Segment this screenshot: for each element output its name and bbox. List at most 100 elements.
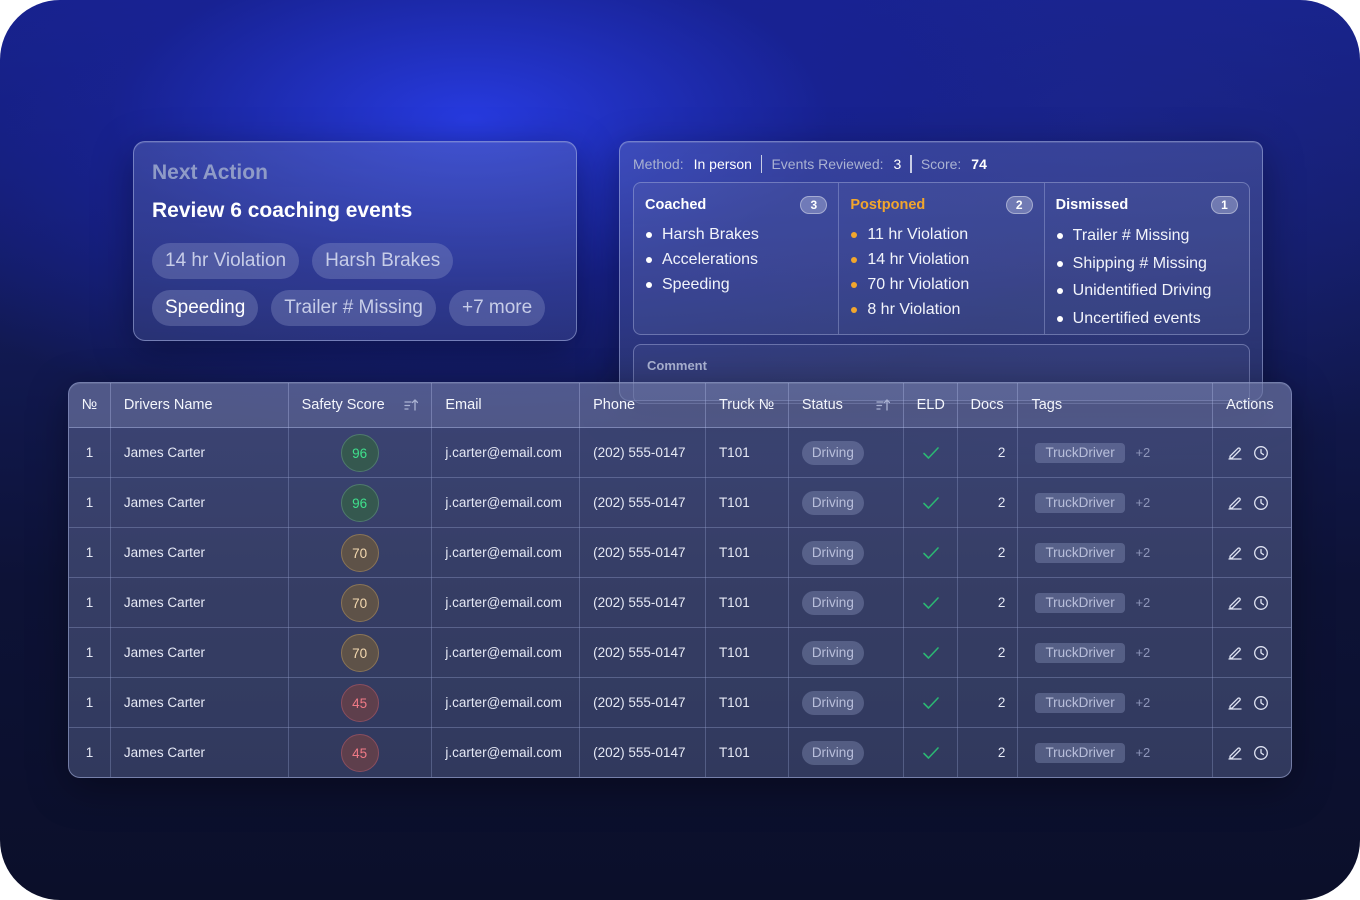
col-header-truck[interactable]: Truck № bbox=[706, 383, 789, 428]
col-header-phone[interactable]: Phone bbox=[580, 383, 706, 428]
divider bbox=[760, 155, 763, 173]
col-header-eld[interactable]: ELD bbox=[904, 383, 958, 428]
col-header-status[interactable]: Status bbox=[789, 383, 904, 428]
edit-icon[interactable] bbox=[1227, 695, 1243, 711]
clock-icon[interactable] bbox=[1253, 545, 1269, 561]
docs-count[interactable]: 2 bbox=[958, 428, 1019, 478]
safety-score-badge: 45 bbox=[340, 684, 379, 722]
phone-cell: (202) 555-0147 bbox=[580, 728, 706, 777]
docs-count[interactable]: 2 bbox=[958, 528, 1019, 578]
email-cell[interactable]: j.carter@email.com bbox=[432, 528, 581, 578]
safety-score-badge: 70 bbox=[340, 634, 379, 672]
col-header-docs[interactable]: Docs bbox=[958, 383, 1019, 428]
table-row[interactable]: 1 James Carter 70 j.carter@email.com (20… bbox=[69, 528, 1291, 578]
sort-icon[interactable] bbox=[404, 398, 419, 412]
email-cell[interactable]: j.carter@email.com bbox=[432, 428, 581, 478]
col-header-email[interactable]: Email bbox=[432, 383, 581, 428]
review-summary-card: Method: In person Events Reviewed: 3 Sco… bbox=[619, 141, 1263, 404]
list-item: Shipping # Missing bbox=[1056, 250, 1238, 278]
email-cell[interactable]: j.carter@email.com bbox=[432, 578, 581, 628]
table-row[interactable]: 1 James Carter 70 j.carter@email.com (20… bbox=[69, 578, 1291, 628]
status-cell: Driving bbox=[789, 528, 904, 578]
table-row[interactable]: 1 James Carter 45 j.carter@email.com (20… bbox=[69, 678, 1291, 728]
edit-icon[interactable] bbox=[1227, 445, 1243, 461]
driver-name[interactable]: James Carter bbox=[111, 578, 289, 628]
tags-cell: TruckDriver +2 bbox=[1018, 678, 1214, 728]
status-badge: Driving bbox=[801, 741, 864, 766]
tag-more-count[interactable]: +2 bbox=[1135, 545, 1150, 560]
email-cell[interactable]: j.carter@email.com bbox=[432, 628, 581, 678]
docs-count[interactable]: 2 bbox=[958, 678, 1019, 728]
table-row[interactable]: 1 James Carter 45 j.carter@email.com (20… bbox=[69, 728, 1291, 777]
dismissed-column: Dismissed 1 Trailer # Missing Shipping #… bbox=[1045, 183, 1249, 334]
tag-badge[interactable]: TruckDriver bbox=[1035, 593, 1125, 614]
method-value: In person bbox=[693, 156, 752, 172]
email-cell[interactable]: j.carter@email.com bbox=[432, 478, 581, 528]
tag-more-count[interactable]: +2 bbox=[1135, 445, 1150, 460]
clock-icon[interactable] bbox=[1253, 595, 1269, 611]
tag-badge[interactable]: TruckDriver bbox=[1035, 443, 1125, 464]
edit-icon[interactable] bbox=[1227, 545, 1243, 561]
actions-cell bbox=[1213, 578, 1291, 628]
tag-badge[interactable]: TruckDriver bbox=[1035, 743, 1125, 764]
tags-cell: TruckDriver +2 bbox=[1018, 628, 1214, 678]
driver-name[interactable]: James Carter bbox=[111, 628, 289, 678]
table-row[interactable]: 1 James Carter 96 j.carter@email.com (20… bbox=[69, 428, 1291, 478]
chip-14hr-violation[interactable]: 14 hr Violation bbox=[152, 243, 300, 279]
tag-more-count[interactable]: +2 bbox=[1135, 745, 1150, 760]
col-header-tags[interactable]: Tags bbox=[1018, 383, 1214, 428]
docs-count[interactable]: 2 bbox=[958, 478, 1019, 528]
clock-icon[interactable] bbox=[1253, 495, 1269, 511]
tag-more-count[interactable]: +2 bbox=[1135, 495, 1150, 510]
docs-count[interactable]: 2 bbox=[958, 628, 1019, 678]
tag-badge[interactable]: TruckDriver bbox=[1035, 693, 1125, 714]
truck-cell: T101 bbox=[706, 528, 789, 578]
clock-icon[interactable] bbox=[1253, 445, 1269, 461]
docs-count[interactable]: 2 bbox=[958, 578, 1019, 628]
clock-icon[interactable] bbox=[1253, 645, 1269, 661]
sort-icon[interactable] bbox=[875, 398, 890, 412]
col-header-number[interactable]: № bbox=[69, 383, 111, 428]
tags-cell: TruckDriver +2 bbox=[1018, 428, 1214, 478]
docs-count[interactable]: 2 bbox=[958, 728, 1019, 777]
chip-speeding[interactable]: Speeding bbox=[152, 290, 259, 326]
check-icon bbox=[922, 747, 939, 759]
actions-cell bbox=[1213, 428, 1291, 478]
status-badge: Driving bbox=[801, 491, 864, 516]
postponed-column: Postponed 2 11 hr Violation 14 hr Violat… bbox=[839, 183, 1045, 334]
tag-badge[interactable]: TruckDriver bbox=[1035, 493, 1125, 514]
clock-icon[interactable] bbox=[1253, 745, 1269, 761]
tag-badge[interactable]: TruckDriver bbox=[1035, 543, 1125, 564]
edit-icon[interactable] bbox=[1227, 645, 1243, 661]
event-chips: 14 hr Violation Harsh Brakes Speeding Tr… bbox=[152, 243, 562, 326]
email-cell[interactable]: j.carter@email.com bbox=[432, 728, 581, 777]
chip-trailer-missing[interactable]: Trailer # Missing bbox=[271, 290, 436, 326]
edit-icon[interactable] bbox=[1227, 745, 1243, 761]
comment-label: Comment bbox=[647, 358, 707, 373]
col-header-drivers-name[interactable]: Drivers Name bbox=[111, 383, 289, 428]
drivers-table: № Drivers Name Safety Score Email Phone … bbox=[68, 382, 1292, 778]
col-header-safety-score[interactable]: Safety Score bbox=[289, 383, 433, 428]
driver-name[interactable]: James Carter bbox=[111, 678, 289, 728]
dismissed-list: Trailer # Missing Shipping # Missing Uni… bbox=[1056, 222, 1238, 332]
table-row[interactable]: 1 James Carter 70 j.carter@email.com (20… bbox=[69, 628, 1291, 678]
driver-name[interactable]: James Carter bbox=[111, 728, 289, 777]
coached-title: Coached bbox=[645, 197, 707, 213]
table-row[interactable]: 1 James Carter 96 j.carter@email.com (20… bbox=[69, 478, 1291, 528]
chip-harsh-brakes[interactable]: Harsh Brakes bbox=[312, 243, 454, 279]
safety-score-cell: 70 bbox=[289, 578, 433, 628]
tag-more-count[interactable]: +2 bbox=[1135, 595, 1150, 610]
chip-more[interactable]: +7 more bbox=[448, 290, 546, 326]
clock-icon[interactable] bbox=[1253, 695, 1269, 711]
driver-name[interactable]: James Carter bbox=[111, 478, 289, 528]
tag-more-count[interactable]: +2 bbox=[1135, 645, 1150, 660]
background-canvas: Next Action Review 6 coaching events 14 … bbox=[0, 0, 1360, 900]
edit-icon[interactable] bbox=[1227, 495, 1243, 511]
edit-icon[interactable] bbox=[1227, 595, 1243, 611]
tag-more-count[interactable]: +2 bbox=[1135, 695, 1150, 710]
tag-badge[interactable]: TruckDriver bbox=[1035, 643, 1125, 664]
driver-name[interactable]: James Carter bbox=[111, 428, 289, 478]
driver-name[interactable]: James Carter bbox=[111, 528, 289, 578]
truck-cell: T101 bbox=[706, 428, 789, 478]
email-cell[interactable]: j.carter@email.com bbox=[432, 678, 581, 728]
